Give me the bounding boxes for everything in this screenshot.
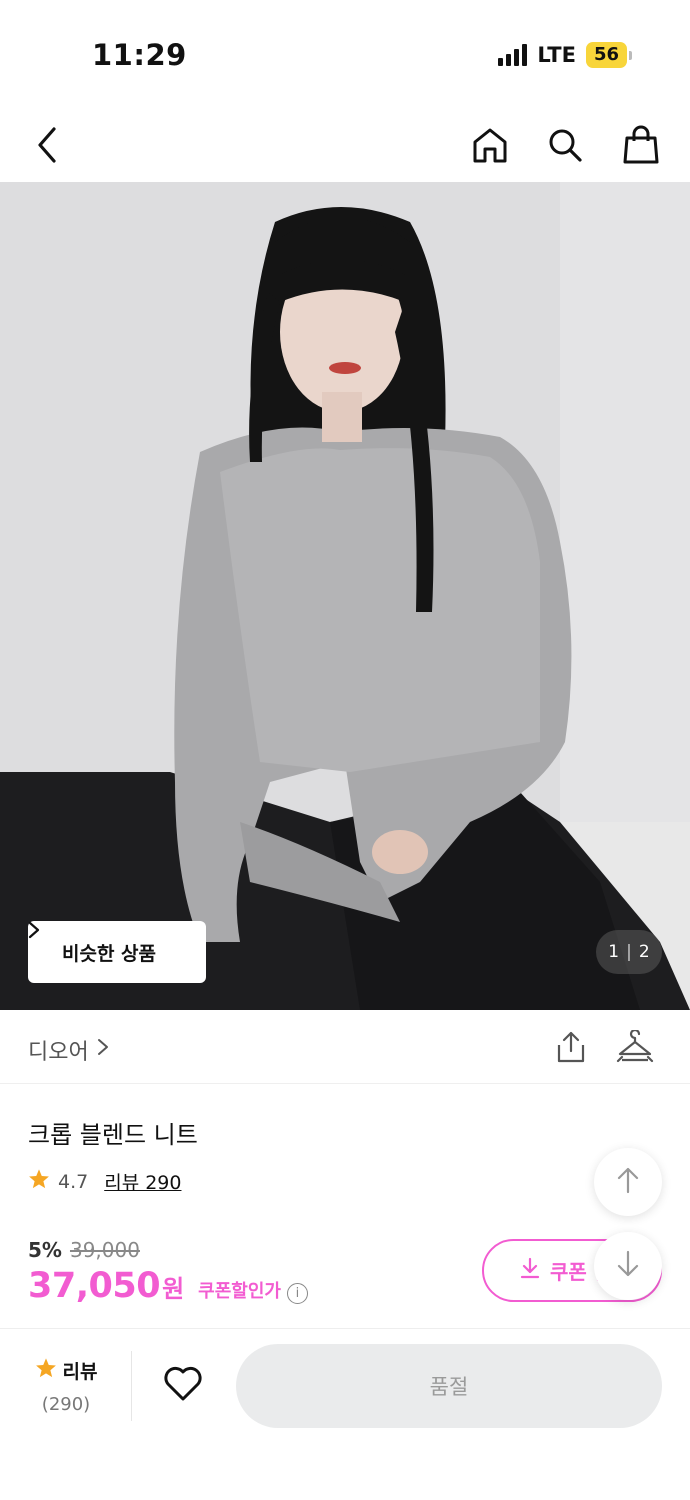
image-page-indicator: 1 | 2 — [596, 930, 662, 974]
page-total: 2 — [638, 942, 650, 962]
brand-link[interactable]: 디오어 — [28, 1034, 109, 1066]
scroll-top-button[interactable] — [594, 1148, 662, 1216]
review-summary-button[interactable]: 리뷰 (290) — [28, 1357, 104, 1415]
similar-products-button[interactable]: 비슷한 상품 — [28, 921, 206, 983]
top-navigation — [0, 110, 690, 180]
back-icon[interactable] — [26, 124, 68, 166]
status-bar: 11:29 LTE 56 — [0, 0, 690, 100]
home-icon[interactable] — [469, 124, 511, 166]
arrow-up-icon — [616, 1166, 640, 1198]
price-block: 5% 39,000 37,050 원 쿠폰할인가 i — [28, 1238, 308, 1306]
brand-row: 디오어 — [0, 1010, 690, 1084]
original-price: 39,000 — [69, 1238, 140, 1262]
chevron-right-icon — [97, 1037, 109, 1063]
arrow-down-icon — [616, 1250, 640, 1282]
brand-name: 디오어 — [28, 1040, 89, 1065]
network-label: LTE — [537, 43, 576, 67]
rating-value: 4.7 — [58, 1170, 89, 1193]
signal-icon — [498, 44, 528, 66]
share-icon[interactable] — [554, 1030, 588, 1068]
scroll-bottom-button[interactable] — [594, 1232, 662, 1300]
rating-row: 4.7 리뷰 290 — [28, 1168, 181, 1195]
final-price-unit: 원 — [162, 1275, 185, 1303]
download-icon — [520, 1257, 540, 1284]
battery-icon: 56 — [585, 42, 632, 68]
info-icon[interactable]: i — [286, 1283, 308, 1304]
coupon-price-label: 쿠폰할인가 — [198, 1281, 281, 1302]
similar-products-label: 비슷한 상품 — [61, 942, 156, 965]
status-time: 11:29 — [92, 38, 187, 72]
discount-rate: 5% — [28, 1238, 62, 1262]
hanger-icon[interactable] — [616, 1028, 654, 1068]
divider — [131, 1351, 132, 1421]
page-current: 1 — [608, 942, 620, 962]
wishlist-button[interactable] — [160, 1363, 206, 1409]
review-summary-label: 리뷰 — [62, 1361, 98, 1383]
battery-level: 56 — [585, 42, 627, 68]
star-icon — [28, 1168, 50, 1195]
shopping-bag-icon[interactable] — [620, 124, 662, 166]
search-icon[interactable] — [544, 124, 586, 166]
product-image[interactable]: 비슷한 상품 1 | 2 — [0, 182, 690, 1010]
product-photo-illustration — [0, 182, 690, 1010]
final-price: 37,050 — [28, 1266, 161, 1306]
review-link[interactable]: 리뷰 290 — [104, 1168, 181, 1195]
bottom-action-bar: 리뷰 (290) 품절 — [0, 1328, 690, 1500]
product-title: 크롭 블렌드 니트 — [28, 1121, 198, 1149]
status-indicators: LTE 56 — [498, 42, 632, 68]
star-icon — [35, 1357, 57, 1384]
heart-icon — [163, 1366, 203, 1406]
soldout-button[interactable]: 품절 — [236, 1344, 662, 1428]
review-summary-count: (290) — [41, 1394, 91, 1415]
